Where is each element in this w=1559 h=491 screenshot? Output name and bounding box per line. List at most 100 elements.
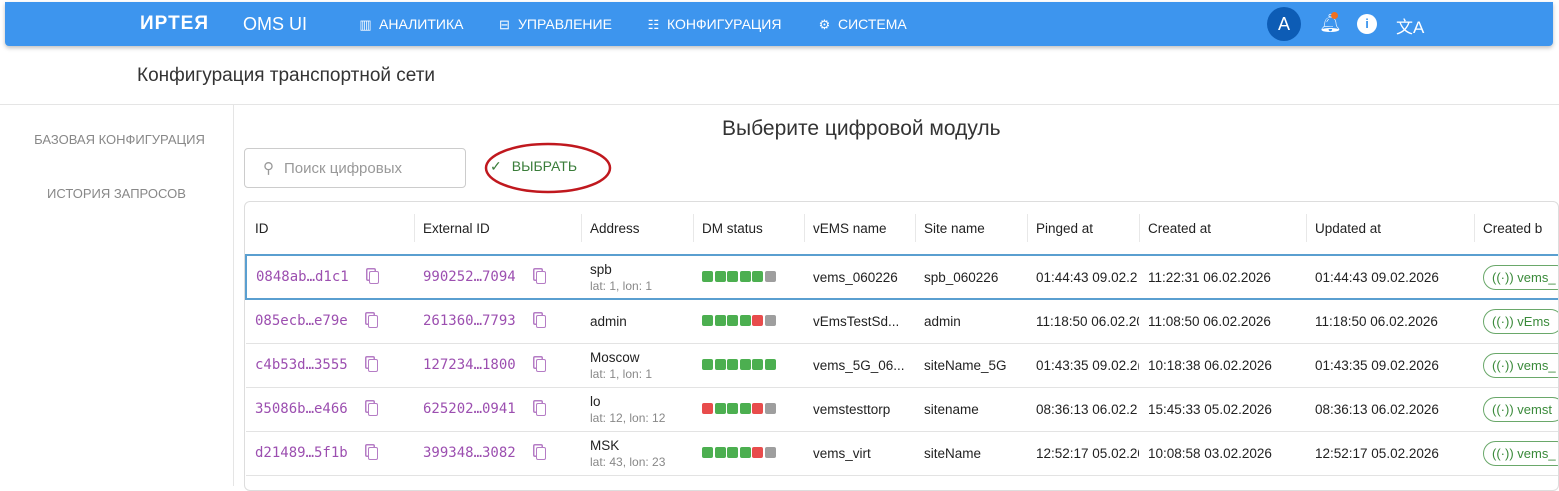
address: Moscow — [590, 349, 640, 365]
created-by-chip: ((·)) vems_ — [1483, 352, 1558, 378]
coordinates: lat: 1, lon: 1 — [590, 366, 653, 381]
status-indicator-ok — [727, 270, 738, 282]
address: MSK — [590, 437, 620, 453]
copy-icon[interactable] — [535, 358, 546, 372]
table-row[interactable]: 0848ab…d1c1 990252…7094 spb lat: 1, lon: … — [245, 254, 1558, 300]
vems-name: vEmsTestSd... — [804, 299, 915, 344]
copy-icon[interactable] — [367, 446, 378, 460]
antenna-icon: ((·)) — [1492, 269, 1514, 285]
site-name: siteName — [915, 431, 1027, 476]
table-row[interactable]: d21489…5f1b 399348…3082 MSK lat: 43, lon:… — [246, 431, 1558, 476]
copy-icon[interactable] — [367, 315, 378, 329]
status-indicator-unknown — [764, 446, 776, 458]
analytics-icon: ▥ — [359, 16, 372, 32]
copy-icon[interactable] — [535, 446, 546, 460]
nav-system[interactable]: ⚙ СИСТЕМА — [817, 16, 907, 32]
pinged-at: 11:18:50 06.02.20 — [1027, 299, 1139, 344]
pinged-at: 01:43:35 09.02.2( — [1027, 343, 1139, 388]
dm-status — [693, 343, 804, 388]
address: lo — [590, 393, 601, 409]
created-by: vEms — [1517, 313, 1550, 329]
external-id: 261360…7793 — [423, 313, 516, 330]
avatar[interactable]: A — [1267, 7, 1301, 41]
status-indicator-ok — [727, 314, 738, 326]
search-icon: ⚲ — [263, 160, 274, 177]
copy-icon[interactable] — [367, 402, 378, 416]
status-indicator-ok — [752, 270, 763, 282]
column-header[interactable]: Pinged at — [1027, 202, 1139, 256]
copy-icon[interactable] — [535, 402, 546, 416]
brand-logo: ИРТЕЯ — [140, 13, 210, 34]
module-id: 35086b…e466 — [255, 401, 348, 417]
vems-name: vems_060226 — [804, 254, 915, 300]
created-at: 11:08:50 06.02.2026 — [1139, 299, 1306, 344]
info-icon[interactable]: i — [1357, 14, 1377, 34]
translate-icon[interactable]: 文A — [1396, 13, 1424, 38]
module-id: c4b53d…3555 — [255, 357, 348, 373]
created-by-chip: ((·)) vemst — [1483, 396, 1558, 422]
pinged-at: 08:36:13 06.02.2 — [1027, 387, 1139, 432]
status-indicator-ok — [752, 358, 763, 370]
column-header[interactable]: Site name — [915, 202, 1027, 256]
nav-management[interactable]: ⊟ УПРАВЛЕНИЕ — [497, 16, 612, 32]
created-at: 15:45:33 05.02.2026 — [1139, 387, 1306, 432]
module-id: 0848ab…d1c1 — [256, 269, 349, 285]
updated-at: 01:43:35 09.02.2026 — [1306, 343, 1474, 388]
antenna-icon: ((·)) — [1492, 445, 1514, 461]
copy-icon[interactable] — [535, 315, 546, 329]
check-icon: ✓ — [490, 158, 502, 174]
status-indicator-ok — [702, 358, 713, 370]
column-header[interactable]: Created b — [1474, 202, 1558, 256]
antenna-icon: ((·)) — [1492, 357, 1514, 373]
column-header[interactable]: Updated at — [1306, 202, 1474, 256]
nav-analytics[interactable]: ▥ АНАЛИТИКА — [358, 16, 463, 32]
status-indicator-ok — [727, 446, 738, 458]
status-indicator-ok — [764, 358, 776, 370]
external-id: 625202…0941 — [423, 401, 516, 417]
column-header[interactable]: Address — [581, 202, 693, 256]
module-id: d21489…5f1b — [255, 445, 348, 461]
pinged-at: 12:52:17 05.02.20 — [1027, 431, 1139, 476]
table-row[interactable]: c4b53d…3555 127234…1800 Moscow lat: 1, lo… — [246, 343, 1558, 388]
status-indicator-ok — [739, 446, 751, 458]
table-row[interactable]: 35086b…e466 625202…0941 lo lat: 12, lon: … — [246, 387, 1558, 432]
section-heading: Выберите цифровой модуль — [722, 117, 1001, 140]
divider — [233, 104, 234, 486]
created-at: 10:08:58 03.02.2026 — [1139, 431, 1306, 476]
status-indicator-ok — [739, 270, 751, 282]
search-placeholder: Поиск цифровых — [284, 160, 402, 177]
created-by: vems_ — [1517, 357, 1556, 373]
module-id: 085ecb…e79e — [255, 313, 348, 330]
dm-status — [693, 387, 804, 432]
sidebar-item-base-config[interactable]: БАЗОВАЯ КОНФИГУРАЦИЯ — [3, 132, 236, 147]
nav-label: УПРАВЛЕНИЕ — [518, 16, 612, 32]
created-by: vems_ — [1517, 445, 1556, 461]
created-by-chip: ((·)) vems_ — [1483, 264, 1558, 290]
status-indicator-unknown — [764, 314, 776, 326]
created-by-chip: ((·)) vems_ — [1483, 440, 1558, 466]
nav-configuration[interactable]: ☷ КОНФИГУРАЦИЯ — [646, 16, 782, 32]
digital-modules-table: ID External ID Address DM status vEMS name Si… — [244, 201, 1559, 491]
status-indicator-ok — [739, 358, 751, 370]
sidebar-item-request-history[interactable]: ИСТОРИЯ ЗАПРОСОВ — [0, 186, 233, 201]
status-indicator-error — [752, 446, 763, 458]
status-indicator-ok — [727, 358, 738, 370]
antenna-icon: ((·)) — [1492, 401, 1514, 417]
column-header[interactable]: DM status — [693, 202, 804, 256]
column-header[interactable]: vEMS name — [804, 202, 915, 256]
table-row[interactable]: 085ecb…e79e 261360…7793 admin vEmsTestSd… — [246, 299, 1558, 344]
tune-icon: ☷ — [647, 16, 660, 32]
vems-name: vems_5G_06... — [804, 343, 915, 388]
address: spb — [590, 261, 612, 277]
column-header[interactable]: ID — [246, 202, 414, 256]
column-header[interactable]: External ID — [414, 202, 581, 256]
site-name: sitename — [915, 387, 1027, 432]
copy-icon[interactable] — [535, 270, 546, 284]
created-by-chip: ((·)) vEms — [1483, 308, 1558, 334]
select-button[interactable]: ✓ ВЫБРАТЬ — [490, 158, 577, 175]
search-input[interactable]: ⚲ Поиск цифровых — [244, 148, 466, 188]
copy-icon[interactable] — [368, 270, 379, 284]
updated-at: 11:18:50 06.02.2026 — [1306, 299, 1474, 344]
column-header[interactable]: Created at — [1139, 202, 1306, 256]
copy-icon[interactable] — [367, 358, 378, 372]
